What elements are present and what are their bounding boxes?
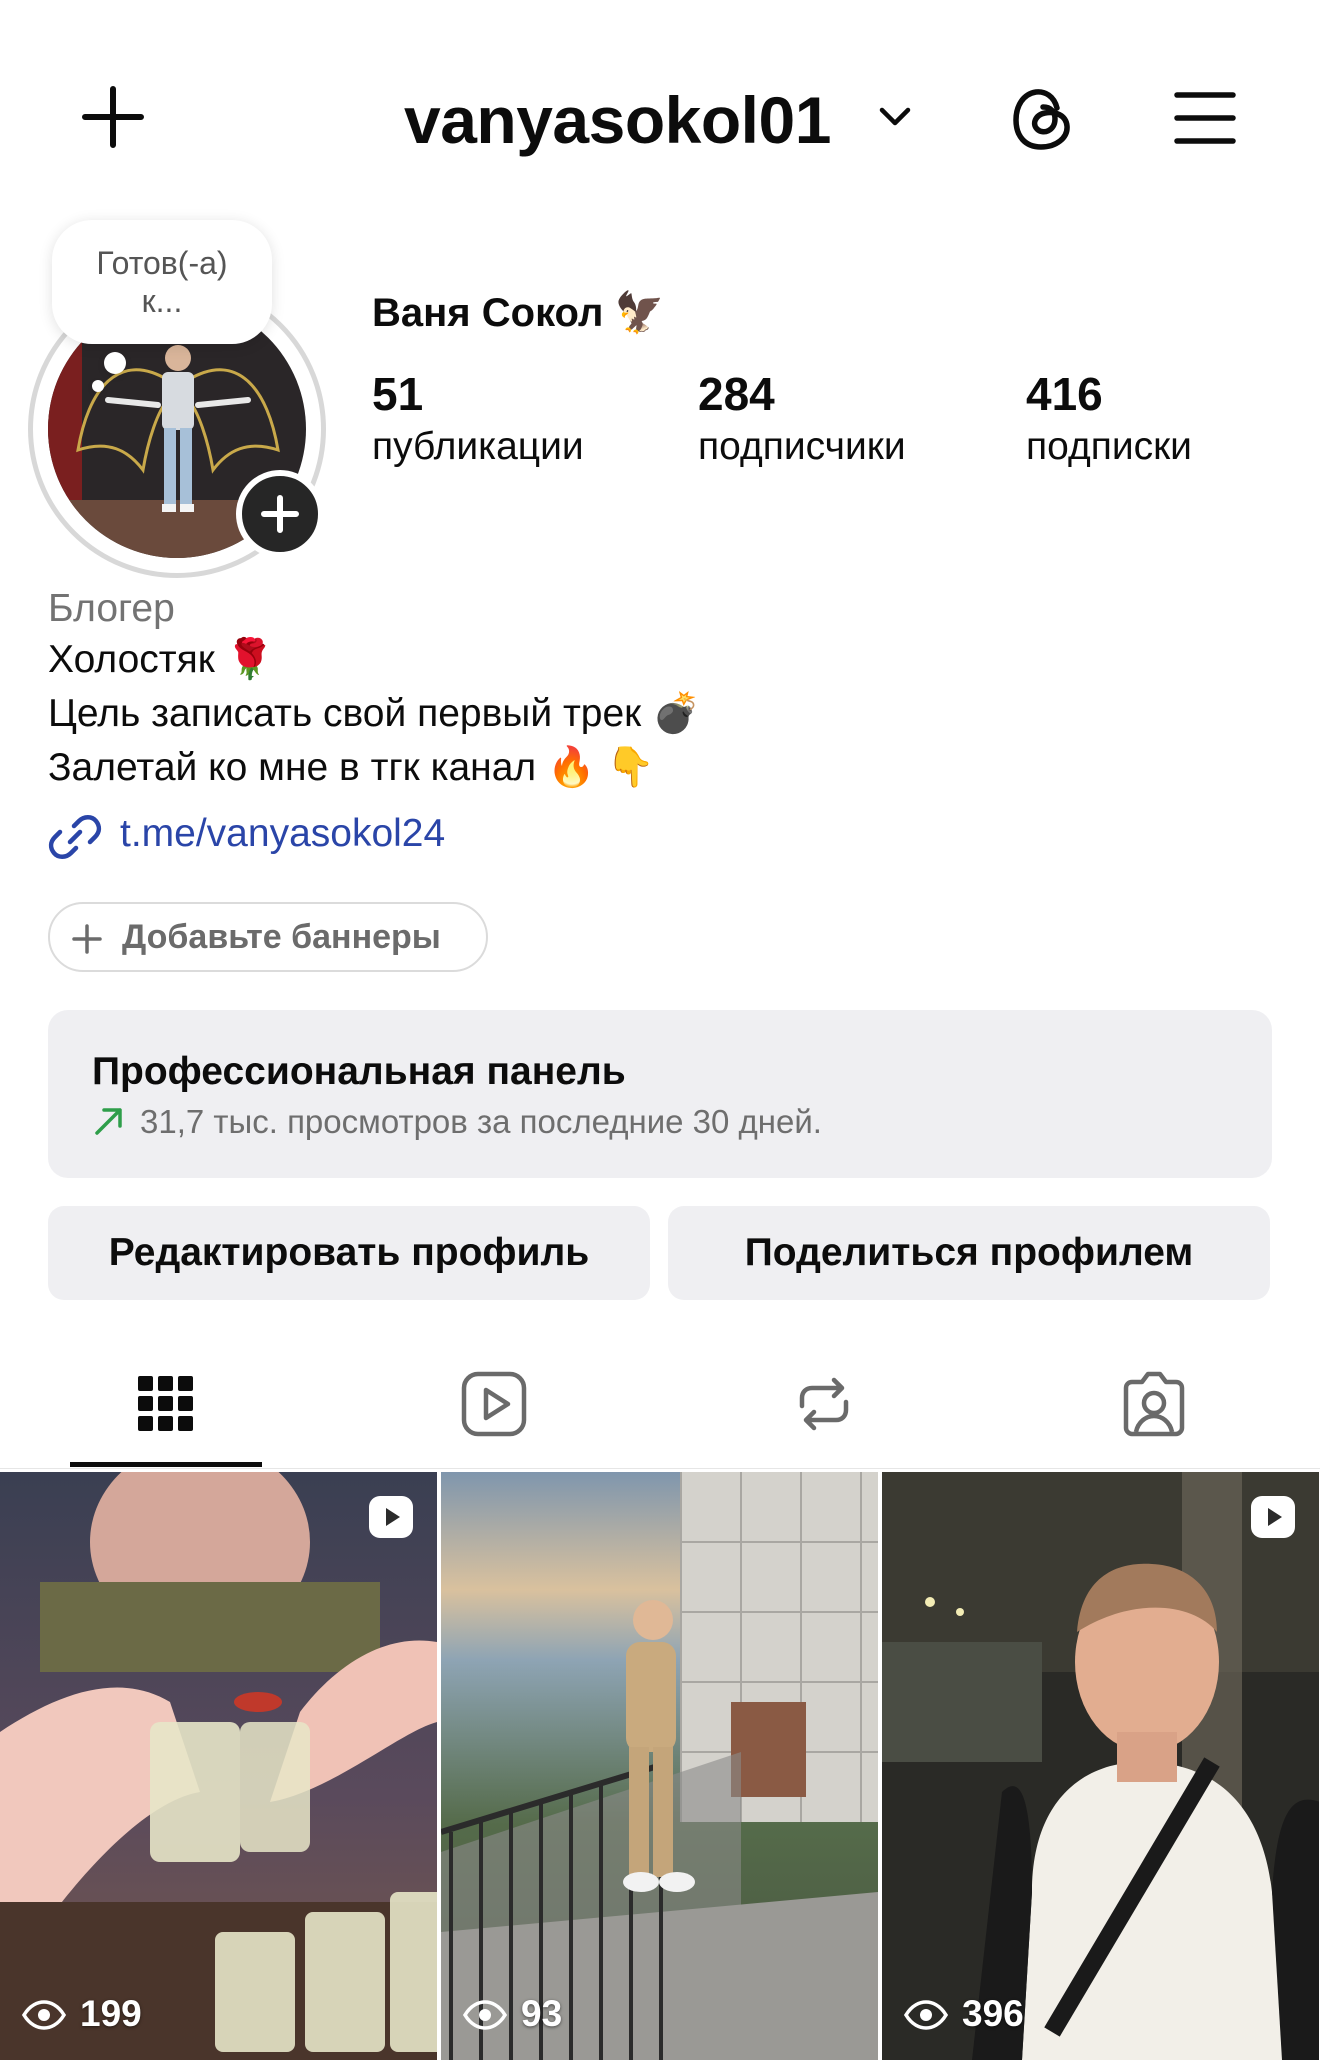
add-banners-label: Добавьте баннеры [122,918,441,956]
post-tile-2[interactable]: 93 [441,1472,878,2060]
add-story-button[interactable] [236,470,324,558]
full-name: Ваня Сокол 🦅 [372,291,665,335]
eye-icon [904,2000,948,2030]
top-bar: vanyasokol01 [0,0,1320,200]
threads-icon[interactable] [1010,84,1076,154]
stat-followers-label: подписчики [698,425,906,468]
bio-category: Блогер [48,587,175,630]
pro-panel-title: Профессиональная панель [92,1050,626,1093]
post-thumbnail [0,1472,437,2060]
bio-line-3: Залетай ко мне в тгк канал 🔥 👇 [48,746,655,789]
bio-line-1: Холостяк 🌹 [48,638,275,681]
reels-icon[interactable] [460,1370,528,1438]
link-icon [48,815,102,859]
active-tab-indicator [70,1462,262,1467]
note-text: Готов(-а) к... [96,245,228,319]
eye-icon [22,2000,66,2030]
stat-posts-label: публикации [372,425,584,468]
chevron-down-icon[interactable] [878,102,912,132]
create-plus-icon[interactable] [82,86,144,148]
pro-panel-subtitle: 31,7 тыс. просмотров за последние 30 дне… [140,1103,822,1140]
eye-icon [463,2000,507,2030]
note-tail-dot-small [92,380,104,392]
post-views-count: 93 [521,1993,563,2034]
stat-following-value: 416 [1026,368,1103,420]
post-views-count: 199 [80,1993,142,2034]
reel-badge-icon [369,1496,413,1538]
post-thumbnail [882,1472,1319,2060]
grid-icon[interactable] [132,1370,200,1438]
reel-badge-icon [1251,1496,1295,1538]
post-tile-3[interactable]: 396 [882,1472,1319,2060]
username-title[interactable]: vanyasokol01 [404,80,831,160]
stat-following[interactable]: 416 подписки [1026,366,1192,472]
menu-icon[interactable] [1174,90,1236,146]
tagged-icon[interactable] [1120,1370,1188,1438]
post-views: 396 [904,1992,1024,2036]
plus-icon [72,924,102,954]
post-views-count: 396 [962,1993,1024,2034]
post-tile-1[interactable]: 199 [0,1472,437,2060]
stat-following-label: подписки [1026,425,1192,468]
note-tail-dot [104,352,126,374]
note-bubble[interactable]: Готов(-а) к... [52,220,272,344]
bio-link[interactable]: t.me/vanyasokol24 [120,808,445,860]
share-profile-button[interactable]: Поделиться профилем [668,1206,1270,1300]
tab-divider [0,1468,1320,1469]
post-views: 199 [22,1992,142,2036]
add-banners-button[interactable]: Добавьте баннеры [48,902,488,972]
stat-posts-value: 51 [372,368,424,420]
post-thumbnail [441,1472,878,2060]
reposts-icon[interactable] [790,1370,858,1438]
plus-icon [261,495,299,533]
post-views: 93 [463,1992,562,2036]
stat-followers[interactable]: 284 подписчики [698,366,906,472]
stat-posts[interactable]: 51 публикации [372,366,584,472]
stat-followers-value: 284 [698,368,775,420]
bio-line-2: Цель записать свой первый трек 💣 [48,692,701,735]
edit-profile-button[interactable]: Редактировать профиль [48,1206,650,1300]
